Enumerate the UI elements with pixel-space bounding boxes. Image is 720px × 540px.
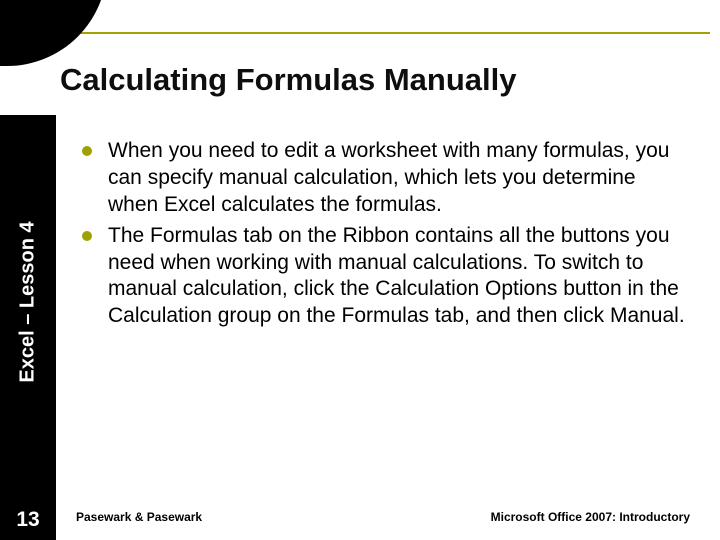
footer: Pasewark & Pasewark Microsoft Office 200… <box>76 510 690 524</box>
footer-left: Pasewark & Pasewark <box>76 510 202 524</box>
sidebar-label: Excel – Lesson 4 <box>17 221 40 382</box>
accent-line <box>60 32 710 34</box>
bullet-item: When you need to edit a worksheet with m… <box>76 138 690 219</box>
bullet-item: The Formulas tab on the Ribbon contains … <box>76 223 690 331</box>
sidebar: Excel – Lesson 4 13 <box>0 115 56 540</box>
body-content: When you need to edit a worksheet with m… <box>76 138 690 480</box>
bullet-list: When you need to edit a worksheet with m… <box>76 138 690 330</box>
slide-title: Calculating Formulas Manually <box>60 62 700 98</box>
slide: Calculating Formulas Manually Excel – Le… <box>0 0 720 540</box>
header-region: Calculating Formulas Manually <box>0 0 720 115</box>
page-number: 13 <box>0 508 56 532</box>
footer-right: Microsoft Office 2007: Introductory <box>491 510 690 524</box>
